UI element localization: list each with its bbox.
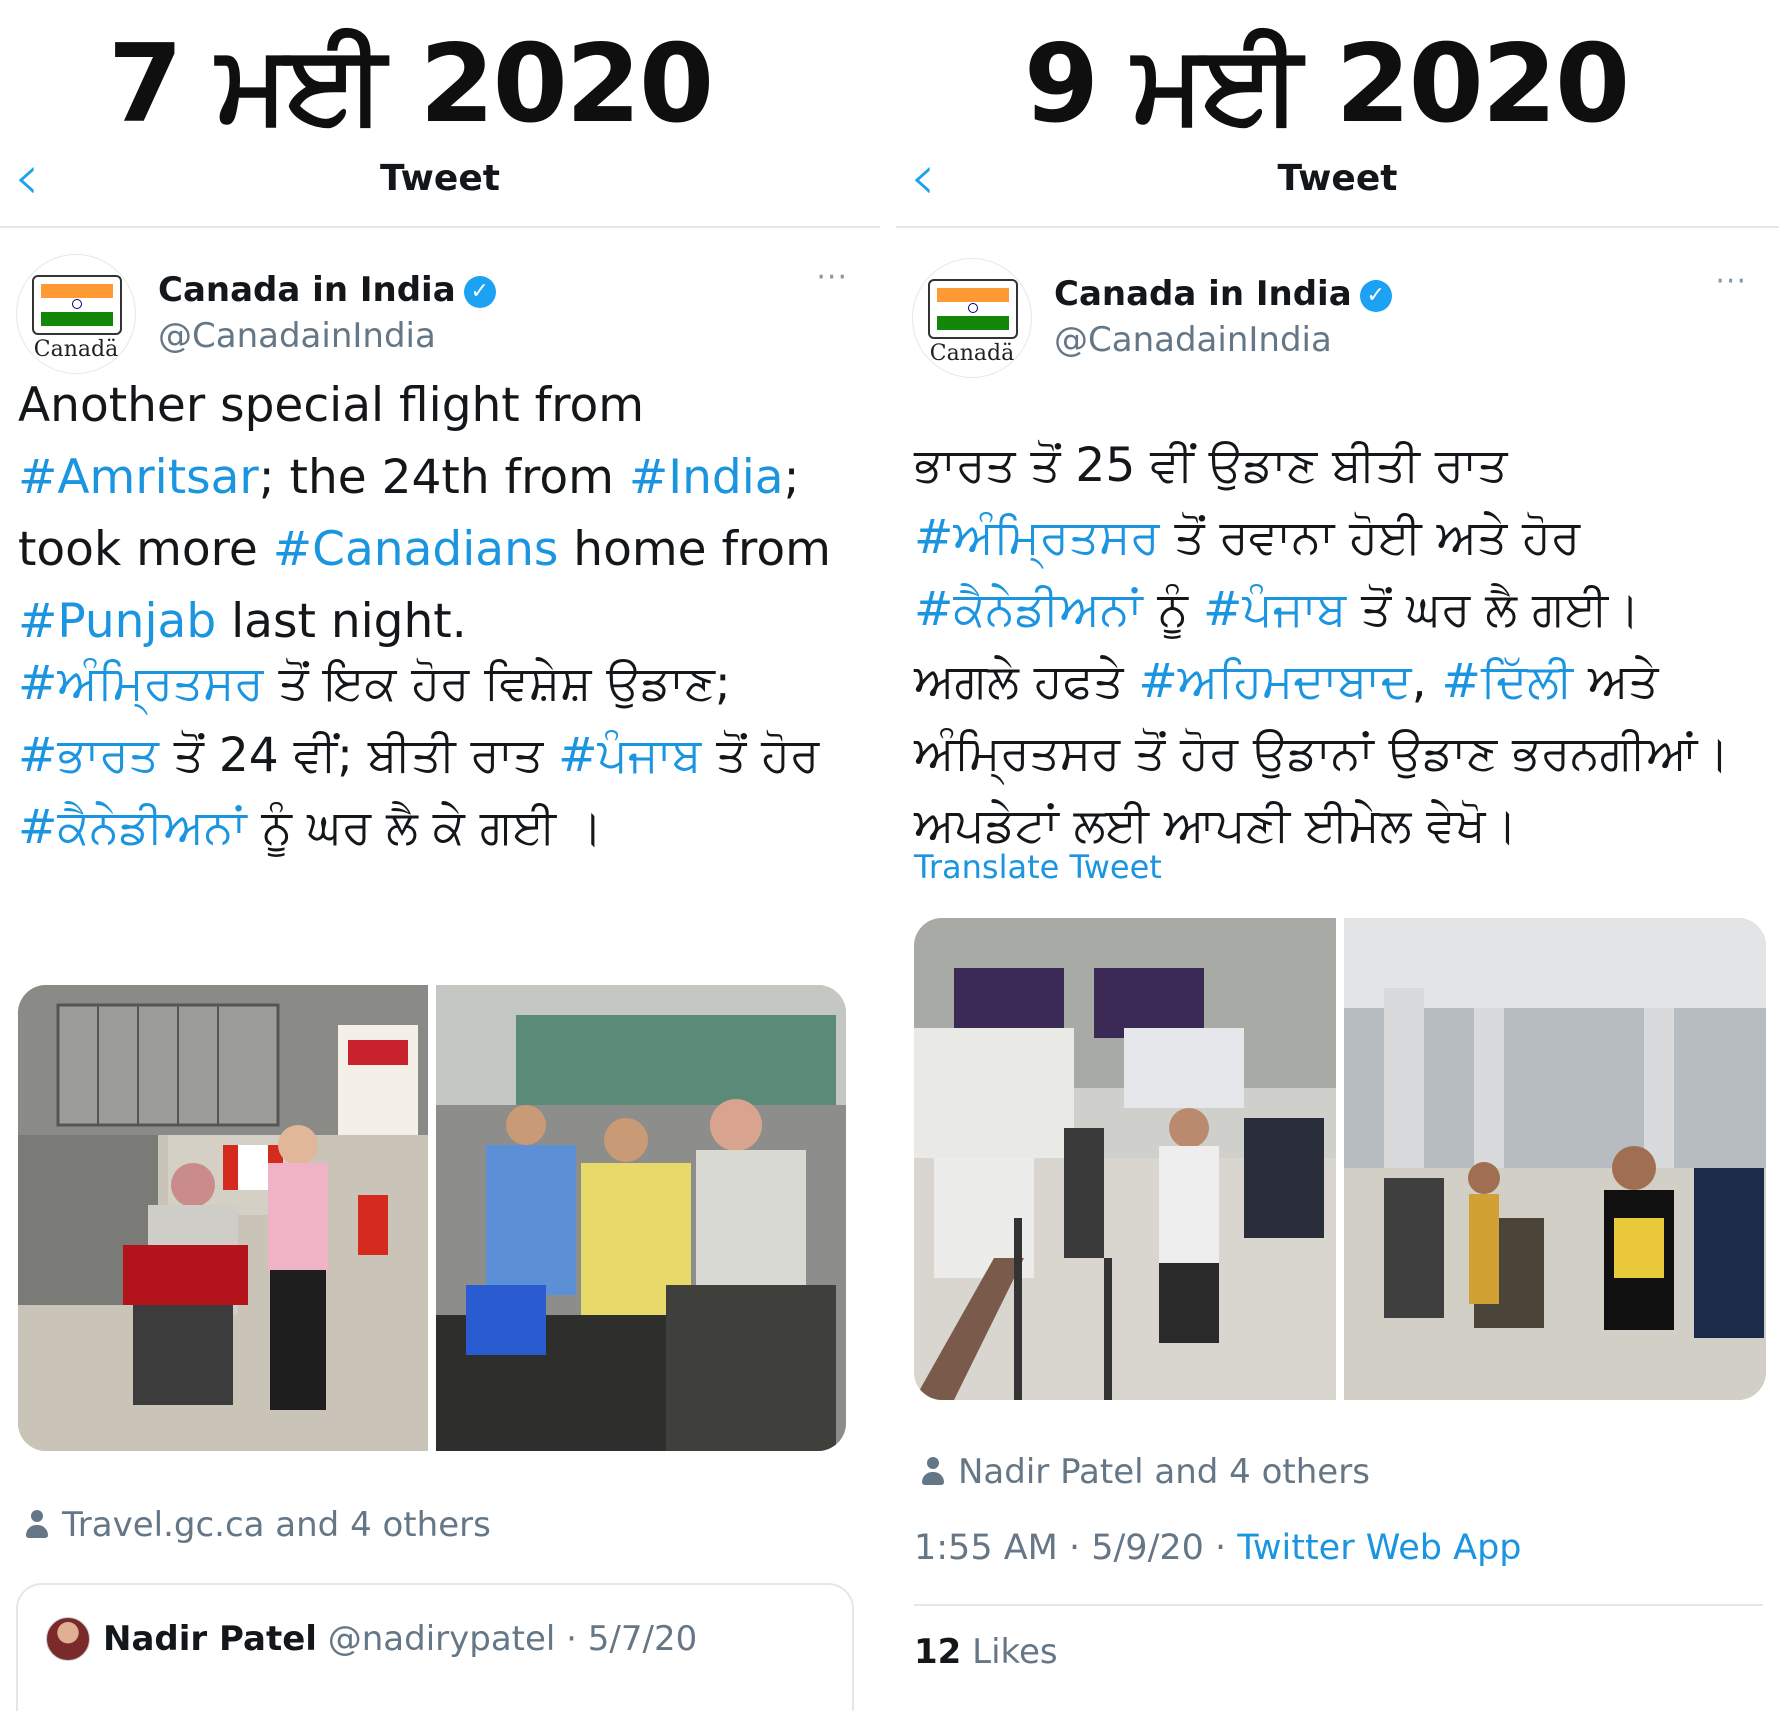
photo-waiting-passengers[interactable] [436,985,846,1451]
tweet-timestamp: 1:55 AM · 5/9/20 · Twitter Web App [914,1528,1522,1568]
account-handle[interactable]: @CanadainIndia [158,316,436,356]
india-flag-icon [32,275,122,335]
nav-title: Tweet [1277,158,1398,199]
likes-count[interactable]: 12 Likes [914,1632,1058,1672]
hashtag-link[interactable]: #ਪੰਜਾਬ [1203,582,1346,637]
right-tweet-panel: 9 ਮਈ 2020 ‹ Tweet Canadä Canada in India… [896,0,1779,1711]
quoted-tweet-date: 5/7/20 [587,1619,698,1659]
tweet-text-segment: ਨੂੰ [1142,582,1204,637]
tweet-media-grid [18,985,846,1451]
account-name[interactable]: Canada in India ✓ [1054,274,1392,314]
tweet-text-segment: ਨੂੰ ਘਰ ਲੈ ਕੇ ਗਈ । [246,800,603,855]
account-avatar[interactable]: Canadä [912,258,1032,378]
quoted-tweet[interactable]: Nadir Patel @nadirypatel · 5/7/20 [16,1583,854,1711]
panel-gap [880,225,896,1711]
account-name[interactable]: Canada in India ✓ [158,270,496,310]
hashtag-link[interactable]: #ਭਾਰਤ [18,728,159,783]
top-nav-bar: ‹ Tweet [0,140,880,228]
photo-airport-hall[interactable] [1344,918,1766,1400]
divider [914,1604,1763,1606]
tweet-text-segment: , [1411,654,1442,709]
tweet-author-header: Canadä Canada in India ✓ @CanadainIndia ·… [16,250,864,380]
more-dots-icon[interactable]: ··· [1715,264,1747,299]
hashtag-link[interactable]: #ਅੰਮ੍ਰਿਤਸਰ [18,656,264,711]
tweet-text-segment: ਤੋਂ ਇਕ ਹੋਰ ਵਿਸ਼ੇਸ਼ ਉਡਾਣ; [263,656,731,711]
tweet-text-segment: ਤੋਂ ਰਵਾਨਾ ਹੋਈ ਅਤੇ ਹੋਰ [1159,510,1581,565]
tweet-text-segment: Another special flight from [18,378,645,433]
nav-title: Tweet [380,158,500,199]
account-avatar[interactable]: Canadä [16,254,136,374]
hashtag-link[interactable]: #ਅਹਿਮਦਾਬਾਦ [1138,654,1411,709]
date-heading: 7 ਮਈ 2020 [107,22,714,147]
photo-airport-counter[interactable] [914,918,1336,1400]
hashtag-link[interactable]: #ਦਿੱਲੀ [1441,654,1573,709]
hashtag-link[interactable]: #India [629,450,784,505]
tweet-text-segment: ਤੋਂ ਹੋਰ [701,728,820,783]
verified-badge-icon: ✓ [463,276,496,308]
hashtag-link[interactable]: #Punjab [18,594,216,649]
account-handle[interactable]: @CanadainIndia [1054,320,1332,360]
quoted-author-avatar [46,1617,90,1661]
more-dots-icon[interactable]: ··· [816,260,848,295]
left-tweet-panel: 7 ਮਈ 2020 ‹ Tweet Canadä Canada in India… [0,0,880,1711]
quoted-author-line: Nadir Patel @nadirypatel · 5/7/20 [103,1619,698,1659]
person-icon [24,1510,50,1540]
tweet-text-english: Another special flight from #Amritsar; t… [18,370,858,658]
quoted-author-name: Nadir Patel [103,1619,317,1659]
hashtag-link[interactable]: #ਕੈਨੇਡੀਅਨਾਂ [914,582,1143,637]
tweet-text-segment: ਭਾਰਤ ਤੋਂ 25 ਵੀਂ ਉਡਾਣ ਬੀਤੀ ਰਾਤ [914,438,1508,493]
india-flag-icon [928,279,1018,339]
tweet-media-grid [914,918,1766,1400]
tweet-text-punjabi: ਭਾਰਤ ਤੋਂ 25 ਵੀਂ ਉਡਾਣ ਬੀਤੀ ਰਾਤ #ਅੰਮ੍ਰਿਤਸਰ… [914,430,1753,862]
hashtag-link[interactable]: #ਪੰਜਾਬ [558,728,701,783]
canada-wordmark: Canadä [929,341,1015,366]
photo-check-in-counter[interactable] [18,985,428,1451]
tagged-people[interactable]: Travel.gc.ca and 4 others [24,1505,491,1545]
tweet-text-segment: ਤੋਂ 24 ਵੀਂ; ਬੀਤੀ ਰਾਤ [158,728,559,783]
top-nav-bar: ‹ Tweet [896,140,1779,228]
tweet-text-segment: last night. [216,594,467,649]
tweet-source-link[interactable]: Twitter Web App [1237,1528,1521,1568]
translate-tweet-link[interactable]: Translate Tweet [914,848,1162,886]
verified-badge-icon: ✓ [1359,280,1392,312]
hashtag-link[interactable]: #Amritsar [18,450,259,505]
canada-wordmark: Canadä [33,337,119,362]
tweet-text-punjabi: #ਅੰਮ੍ਰਿਤਸਰ ਤੋਂ ਇਕ ਹੋਰ ਵਿਸ਼ੇਸ਼ ਉਡਾਣ; #ਭਾਰ… [18,648,858,864]
tweet-author-header: Canadä Canada in India ✓ @CanadainIndia ·… [912,254,1763,384]
tweet-text-segment: ; the 24th from [258,450,629,505]
date-heading: 9 ਮਈ 2020 [1023,22,1630,147]
hashtag-link[interactable]: #Canadians [273,522,559,577]
hashtag-link[interactable]: #ਅੰਮ੍ਰਿਤਸਰ [914,510,1160,565]
tagged-people[interactable]: Nadir Patel and 4 others [920,1452,1370,1492]
tweet-text-segment: home from [558,522,831,577]
hashtag-link[interactable]: #ਕੈਨੇਡੀਅਨਾਂ [18,800,247,855]
quoted-author-handle: @nadirypatel [327,1619,556,1659]
person-icon [920,1457,946,1487]
